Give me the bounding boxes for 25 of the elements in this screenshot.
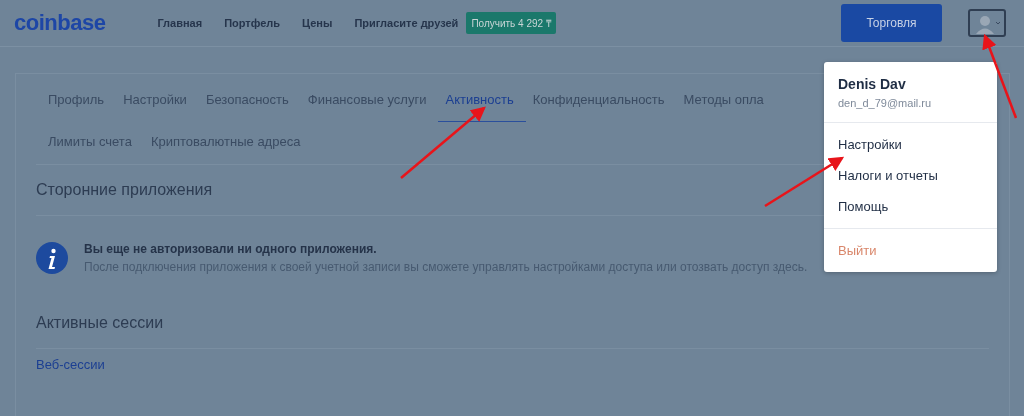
nav-link[interactable]: Портфель — [224, 17, 281, 29]
info-icon — [36, 242, 68, 274]
nav-link[interactable]: Главная — [157, 17, 203, 29]
web-sessions-link[interactable]: Веб-сессии — [36, 357, 105, 372]
nav-link[interactable]: Пригласите друзей — [354, 17, 459, 29]
tab[interactable]: Профиль — [48, 80, 105, 122]
tab[interactable]: Безопасность — [205, 80, 289, 122]
logo[interactable]: coinbase — [14, 10, 106, 36]
tab[interactable]: Активность — [438, 80, 526, 122]
user-name: Denis Dav — [838, 76, 907, 92]
menu-item[interactable]: Настройки — [824, 129, 997, 160]
tab[interactable]: Методы опла — [683, 80, 764, 122]
tab[interactable]: Криптовалютные адреса — [150, 122, 301, 164]
trade-button[interactable]: Торговля — [841, 4, 942, 42]
notice-title: Вы еще не авторизовали ни одного приложения. — [84, 242, 378, 256]
menu-item[interactable]: Выйти — [824, 235, 997, 266]
tab[interactable]: Настройки — [123, 80, 187, 122]
tab[interactable]: Конфиденциальность — [532, 80, 665, 122]
tab[interactable]: Финансовые услуги — [307, 80, 427, 122]
user-email: den_d_79@mail.ru — [838, 97, 933, 109]
tab[interactable]: Лимиты счета — [48, 122, 132, 164]
avatar-button[interactable] — [968, 9, 1006, 37]
nav-link[interactable]: Цены — [302, 17, 333, 29]
section-title: Активные сессии — [36, 298, 989, 349]
promo-badge[interactable]: Получить 4 292 ₸ — [466, 12, 556, 34]
